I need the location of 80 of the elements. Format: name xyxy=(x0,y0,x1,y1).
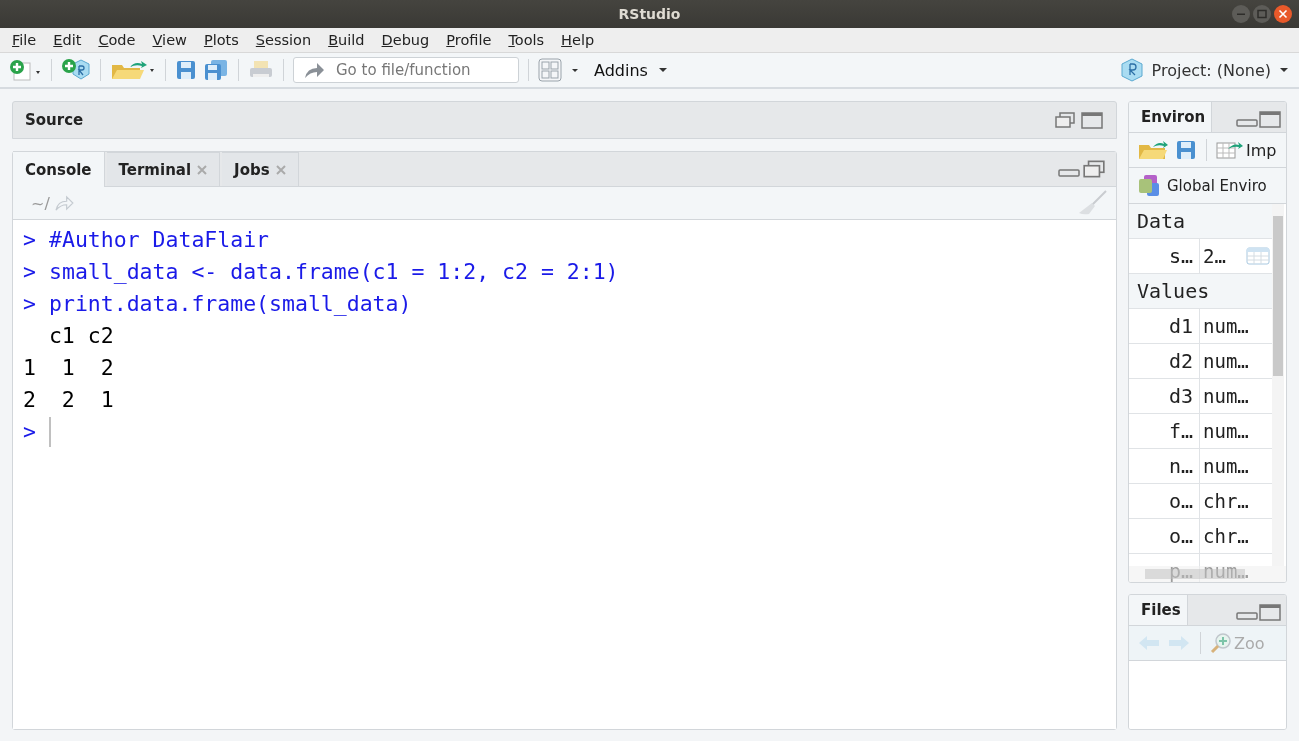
import-dataset-button[interactable]: Imp xyxy=(1216,140,1277,160)
console-output-line: 2 2 1 xyxy=(23,386,114,414)
vertical-scrollbar[interactable] xyxy=(1272,204,1284,566)
console-prompt: > xyxy=(23,290,37,318)
variable-value: chr… xyxy=(1202,525,1249,547)
variable-value: num… xyxy=(1202,350,1249,372)
restore-icon[interactable] xyxy=(1082,159,1106,179)
table-view-icon[interactable] xyxy=(1246,247,1270,265)
open-folder-icon[interactable] xyxy=(1137,139,1169,161)
arrow-icon[interactable] xyxy=(53,195,74,211)
variable-name: d3 xyxy=(1129,379,1200,413)
menu-item[interactable]: Tools xyxy=(508,32,552,48)
menu-item[interactable]: Edit xyxy=(53,32,89,48)
open-folder-icon[interactable] xyxy=(110,59,156,81)
variable-value: 2… xyxy=(1202,245,1226,267)
restore-icon[interactable] xyxy=(1054,111,1076,129)
caret-icon xyxy=(1279,67,1289,73)
save-all-icon[interactable] xyxy=(203,59,229,81)
variable-name: d2 xyxy=(1129,344,1200,378)
pane-tab[interactable]: Terminal xyxy=(106,152,221,186)
cube-icon xyxy=(1119,58,1144,82)
pane-title: Source xyxy=(25,111,84,129)
variable-name: n… xyxy=(1129,449,1200,483)
text-cursor xyxy=(49,417,51,447)
addins-button[interactable]: Addins xyxy=(590,60,672,80)
new-file-icon[interactable] xyxy=(8,59,42,81)
menu-item[interactable]: Build xyxy=(328,32,372,48)
section-header: Data xyxy=(1129,204,1272,239)
menu-item[interactable]: Session xyxy=(255,32,319,48)
variable-name: d1 xyxy=(1129,309,1200,343)
variable-value: num… xyxy=(1202,455,1249,477)
magnifier-icon xyxy=(1210,632,1232,654)
menu-item[interactable]: Plots xyxy=(203,32,246,48)
menu-item[interactable]: Profile xyxy=(446,32,499,48)
console-command: print.data.frame(small_data) xyxy=(49,290,412,318)
go-to-file-field[interactable]: Go to file/function xyxy=(293,57,519,83)
variable-value: num… xyxy=(1202,315,1249,337)
variable-value: num… xyxy=(1202,385,1249,407)
variable-name: o… xyxy=(1129,484,1200,518)
table-import-icon xyxy=(1216,140,1244,160)
arrow-icon xyxy=(303,61,325,79)
maximize-icon[interactable] xyxy=(1258,110,1282,128)
pane-tab[interactable]: Jobs xyxy=(222,152,299,186)
maximize-icon[interactable] xyxy=(1258,603,1282,621)
caret-icon xyxy=(657,67,668,73)
menu-item[interactable]: File xyxy=(12,32,44,48)
pane-tab[interactable]: Files xyxy=(1129,595,1188,625)
horizontal-scrollbar[interactable] xyxy=(1129,566,1286,582)
environment-icon xyxy=(1137,173,1161,198)
variable-value: chr… xyxy=(1202,490,1249,512)
variable-name: f… xyxy=(1129,414,1200,448)
variable-value: num… xyxy=(1202,420,1249,442)
console-output-line: c1 c2 xyxy=(47,322,114,350)
section-header: Values xyxy=(1129,274,1272,309)
new-project-icon[interactable] xyxy=(61,58,91,82)
console-output[interactable]: > #Author DataFlair > small_data <- data.frame(c1 = 1:2, c2 = 2:1) > print.data.frame(small_data) c1 c2 1 1 2 2 2 1 > xyxy=(13,220,1116,729)
console-prompt: > xyxy=(23,418,37,446)
save-icon[interactable] xyxy=(1175,139,1197,161)
menu-item[interactable]: Code xyxy=(98,32,143,48)
variable-name: s… xyxy=(1129,239,1200,273)
console-prompt: > xyxy=(23,258,37,286)
menu-item[interactable]: Debug xyxy=(381,32,437,48)
maximize-icon[interactable] xyxy=(1080,111,1104,129)
console-command: small_data <- data.frame(c1 = 1:2, c2 = 2:1) xyxy=(49,258,619,286)
menu-item[interactable]: Help xyxy=(561,32,602,48)
console-output-line: 1 1 2 xyxy=(23,354,114,382)
window-title: RStudio xyxy=(618,6,681,22)
menu-item[interactable]: View xyxy=(152,32,194,48)
console-prompt: > xyxy=(23,226,37,254)
variable-value: num… xyxy=(1202,560,1249,582)
minimize-icon[interactable] xyxy=(1231,4,1251,24)
save-icon[interactable] xyxy=(175,59,197,81)
variable-name: o… xyxy=(1129,519,1200,553)
project-button[interactable]: Project: (None) xyxy=(1119,58,1289,82)
console-command: #Author DataFlair xyxy=(49,226,270,254)
pane-tab[interactable]: Console xyxy=(13,151,105,187)
broom-icon[interactable] xyxy=(1078,190,1108,216)
variable-name: p… xyxy=(1129,554,1200,582)
close-icon[interactable] xyxy=(1273,4,1293,24)
pane-tab[interactable]: Environ xyxy=(1129,102,1213,132)
